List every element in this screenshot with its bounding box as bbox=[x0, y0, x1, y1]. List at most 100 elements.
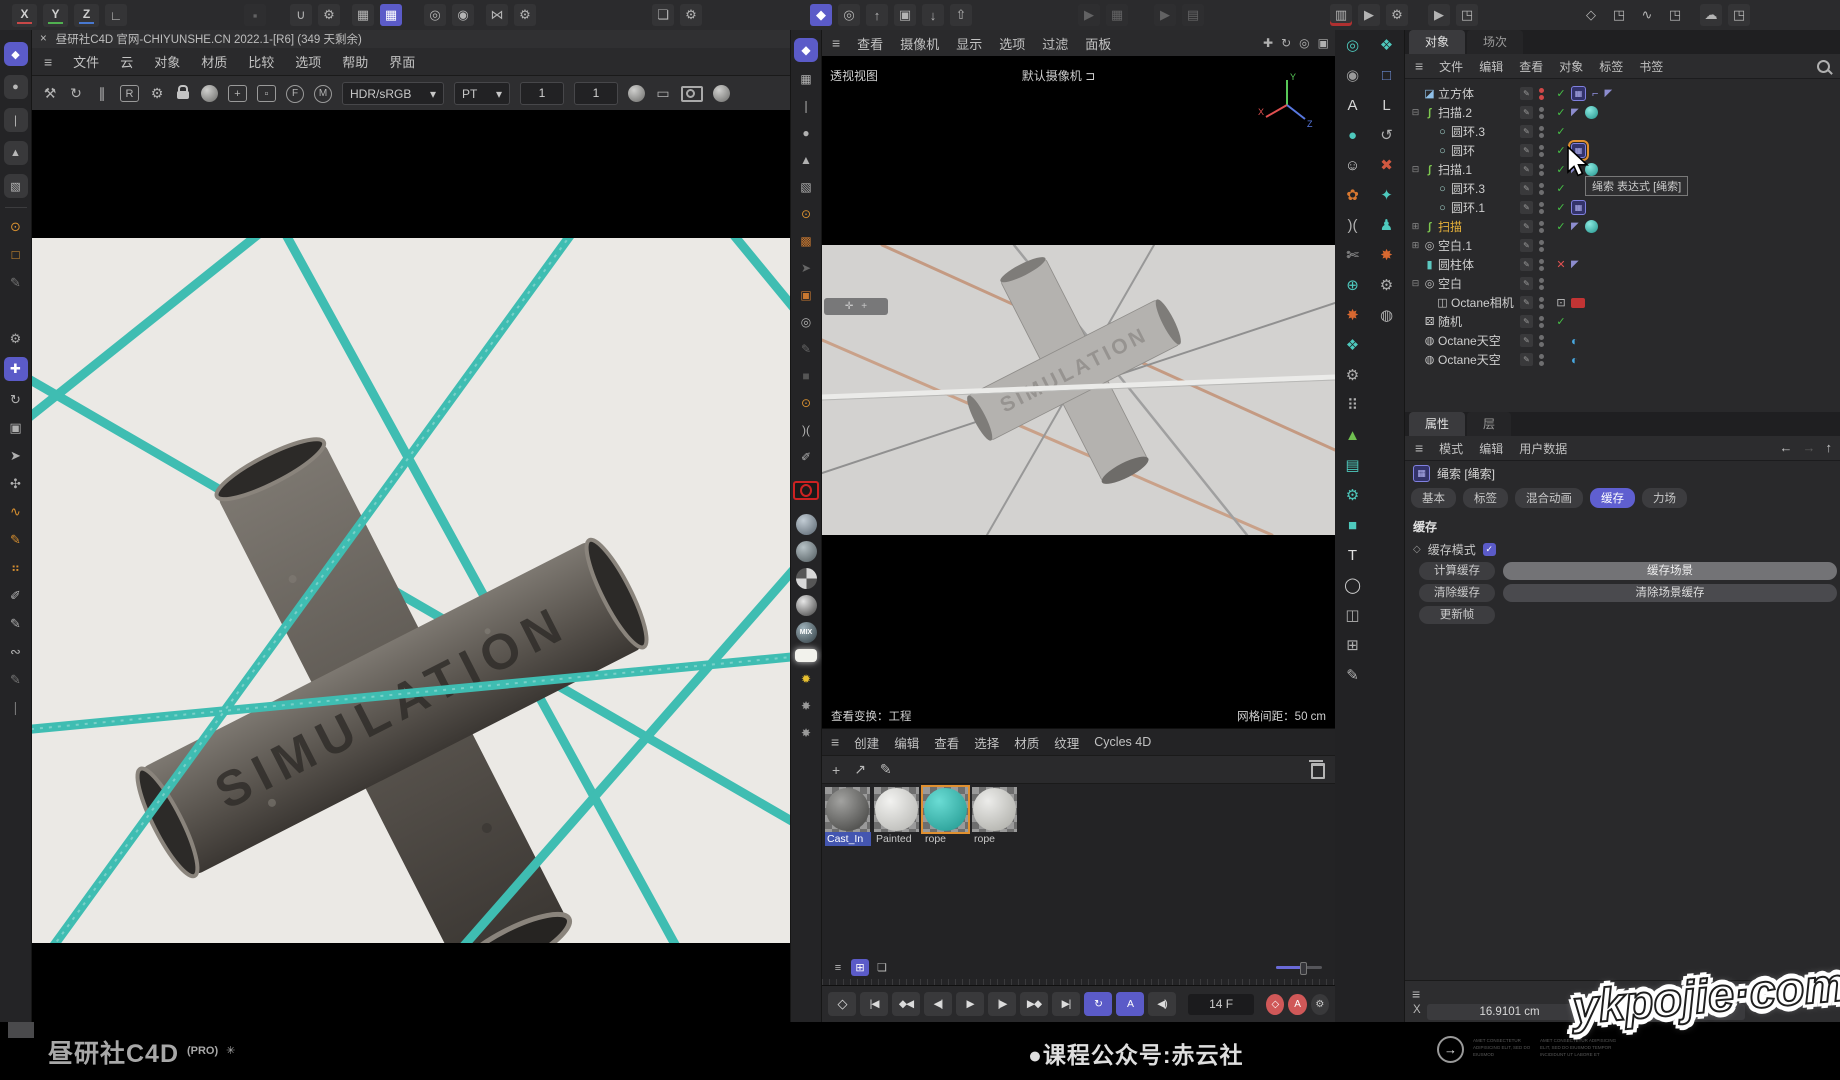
material-item[interactable]: rope bbox=[972, 787, 1018, 846]
axe-icon[interactable]: ⚒ bbox=[42, 84, 58, 104]
palette-icon[interactable]: T bbox=[1348, 548, 1357, 563]
record-keyframe-button[interactable]: ◇ bbox=[1266, 994, 1284, 1015]
visibility-dots[interactable] bbox=[1539, 278, 1544, 290]
palette-icon[interactable]: ☺ bbox=[1345, 158, 1360, 173]
next-key-button[interactable]: ▶◆ bbox=[1020, 992, 1048, 1016]
import-icon[interactable]: ↓ bbox=[922, 4, 944, 26]
object-tag-icon[interactable] bbox=[1571, 200, 1586, 215]
visibility-dots[interactable] bbox=[1539, 316, 1544, 328]
export-icon[interactable]: ⇧ bbox=[950, 4, 972, 26]
object-row[interactable]: Octane天空 ✎ bbox=[1405, 350, 1840, 369]
edit-toggle-icon[interactable]: ✎ bbox=[1520, 220, 1533, 233]
palette-icon[interactable]: A bbox=[1347, 98, 1357, 113]
hamburger-icon[interactable]: ≡ bbox=[1415, 440, 1423, 456]
material-thumbnail[interactable] bbox=[874, 787, 919, 832]
object-tag-icon[interactable] bbox=[1571, 298, 1585, 308]
visibility-dots[interactable] bbox=[1539, 145, 1544, 157]
texture-mode-icon[interactable]: ▧ bbox=[4, 174, 28, 198]
material-name[interactable]: Painted bbox=[874, 832, 920, 846]
axis-z-lock-button[interactable]: Z bbox=[74, 4, 99, 27]
polygon-mode-icon[interactable]: ▲ bbox=[794, 149, 818, 170]
camera-icon[interactable] bbox=[681, 86, 703, 102]
goto-start-button[interactable]: |◀ bbox=[860, 992, 888, 1016]
palette-icon[interactable]: ❖ bbox=[1346, 338, 1359, 353]
material-item[interactable]: Painted bbox=[874, 787, 920, 846]
edit-toggle-icon[interactable]: ✎ bbox=[1520, 296, 1533, 309]
search-icon[interactable] bbox=[1817, 60, 1830, 73]
edit-toggle-icon[interactable]: ✎ bbox=[1520, 201, 1533, 214]
r-toggle-button[interactable]: R bbox=[120, 85, 139, 102]
enabled-state-icon[interactable] bbox=[1553, 201, 1569, 214]
object-label[interactable]: 扫描.2 bbox=[1438, 104, 1472, 121]
object-label[interactable]: Octane相机 bbox=[1451, 294, 1514, 311]
quantize-grid-icon[interactable]: ▦ bbox=[380, 4, 402, 26]
frame-box-icon[interactable]: ▫ bbox=[257, 85, 276, 102]
section-tab[interactable]: 标签 bbox=[1463, 488, 1508, 508]
autokey-button[interactable]: A bbox=[1288, 994, 1306, 1015]
object-row[interactable]: Octane相机 ✎ bbox=[1405, 293, 1840, 312]
document-settings-icon[interactable]: ⚙ bbox=[680, 4, 702, 26]
palette-icon[interactable]: ◯ bbox=[1344, 578, 1361, 593]
workplane-icon[interactable]: ▪ bbox=[244, 4, 266, 26]
menu-item[interactable]: 书签 bbox=[1639, 58, 1663, 75]
expand-toggle-icon[interactable] bbox=[1410, 164, 1421, 175]
object-label[interactable]: 圆环.1 bbox=[1451, 199, 1485, 216]
play-button[interactable]: ▶ bbox=[956, 992, 984, 1016]
material-thumbnail[interactable] bbox=[923, 787, 968, 832]
object-label[interactable]: 圆环.3 bbox=[1451, 180, 1485, 197]
viewport-hud[interactable]: ✛+ bbox=[824, 298, 888, 315]
point-mode-icon[interactable]: ● bbox=[4, 75, 28, 99]
refresh-icon[interactable]: ↻ bbox=[68, 84, 84, 104]
palette-icon[interactable]: )( bbox=[1348, 218, 1358, 233]
palette-icon[interactable]: ■ bbox=[1348, 518, 1357, 533]
modeling-settings-icon[interactable]: ⚙ bbox=[514, 4, 536, 26]
visibility-dots[interactable] bbox=[1539, 202, 1544, 214]
material-thumbnail[interactable] bbox=[825, 787, 870, 832]
object-tag-icon[interactable] bbox=[1604, 88, 1612, 99]
multi-move-icon[interactable]: ✣ bbox=[4, 474, 28, 493]
lock-icon[interactable] bbox=[175, 84, 191, 104]
pen-line-icon[interactable]: ✎ bbox=[4, 614, 28, 633]
object-label[interactable]: 空白.1 bbox=[1438, 237, 1472, 254]
lasso-icon[interactable]: ∾ bbox=[4, 642, 28, 661]
palette-icon[interactable]: ✄ bbox=[1346, 248, 1359, 263]
object-label[interactable]: 扫描.1 bbox=[1438, 161, 1472, 178]
uv-chip-icon[interactable]: ▩ bbox=[794, 230, 818, 251]
visibility-dots[interactable] bbox=[1539, 259, 1544, 271]
enabled-state-icon[interactable] bbox=[1553, 125, 1569, 138]
model-mode-icon[interactable]: ◆ bbox=[794, 38, 818, 62]
rect-icon[interactable]: ▭ bbox=[655, 84, 671, 104]
clear-cache-button[interactable]: 清除缓存 bbox=[1419, 584, 1495, 602]
upload-icon[interactable]: ↑ bbox=[866, 4, 888, 26]
palette-icon[interactable]: ♟ bbox=[1380, 218, 1393, 233]
live-viewer-camera-button[interactable] bbox=[793, 481, 819, 500]
viewport-pan-icon[interactable]: ✚ bbox=[1263, 36, 1273, 50]
expand-toggle-icon[interactable] bbox=[1410, 240, 1421, 251]
rotate-tool-icon[interactable]: ↻ bbox=[4, 390, 28, 409]
autokey-range-button[interactable]: A bbox=[1116, 992, 1144, 1016]
render-in-picture-viewer-icon[interactable]: ▶ bbox=[1358, 4, 1380, 26]
eyedropper-icon[interactable]: ✎ bbox=[880, 761, 892, 778]
menu-item[interactable]: 面板 bbox=[1085, 34, 1111, 53]
palette-icon[interactable]: ✸ bbox=[1346, 308, 1359, 323]
material-name[interactable]: Cast_In bbox=[825, 832, 871, 846]
viewport-maximize-icon[interactable]: ▣ bbox=[1318, 36, 1329, 50]
area-light-icon[interactable] bbox=[795, 649, 817, 662]
object-label[interactable]: 扫描 bbox=[1438, 218, 1462, 235]
palette-icon[interactable]: ↺ bbox=[1380, 128, 1393, 143]
play-small-icon[interactable]: ▶ bbox=[1154, 4, 1176, 26]
menu-item[interactable]: 对象 bbox=[154, 52, 180, 71]
enabled-state-icon[interactable] bbox=[1553, 258, 1569, 271]
live-selection-icon[interactable]: ⊙ bbox=[4, 217, 28, 236]
list-view-icon[interactable]: ≡ bbox=[829, 959, 847, 976]
next-frame-button[interactable]: |▶ bbox=[988, 992, 1016, 1016]
object-tag-icon[interactable] bbox=[1585, 106, 1598, 119]
calculate-cache-button[interactable]: 计算缓存 bbox=[1419, 562, 1495, 580]
keyframe-diamond-button[interactable]: ◇ bbox=[828, 992, 856, 1016]
object-row[interactable]: 圆环.1 ✎ bbox=[1405, 198, 1840, 217]
live-selection-icon[interactable]: ⊙ bbox=[794, 203, 818, 224]
material-item[interactable]: Cast_In bbox=[825, 787, 871, 846]
object-tag-icon[interactable] bbox=[1571, 221, 1579, 232]
viewport-3d-area[interactable]: SIMULATION bbox=[822, 245, 1335, 535]
material-sphere-2[interactable] bbox=[796, 541, 817, 562]
